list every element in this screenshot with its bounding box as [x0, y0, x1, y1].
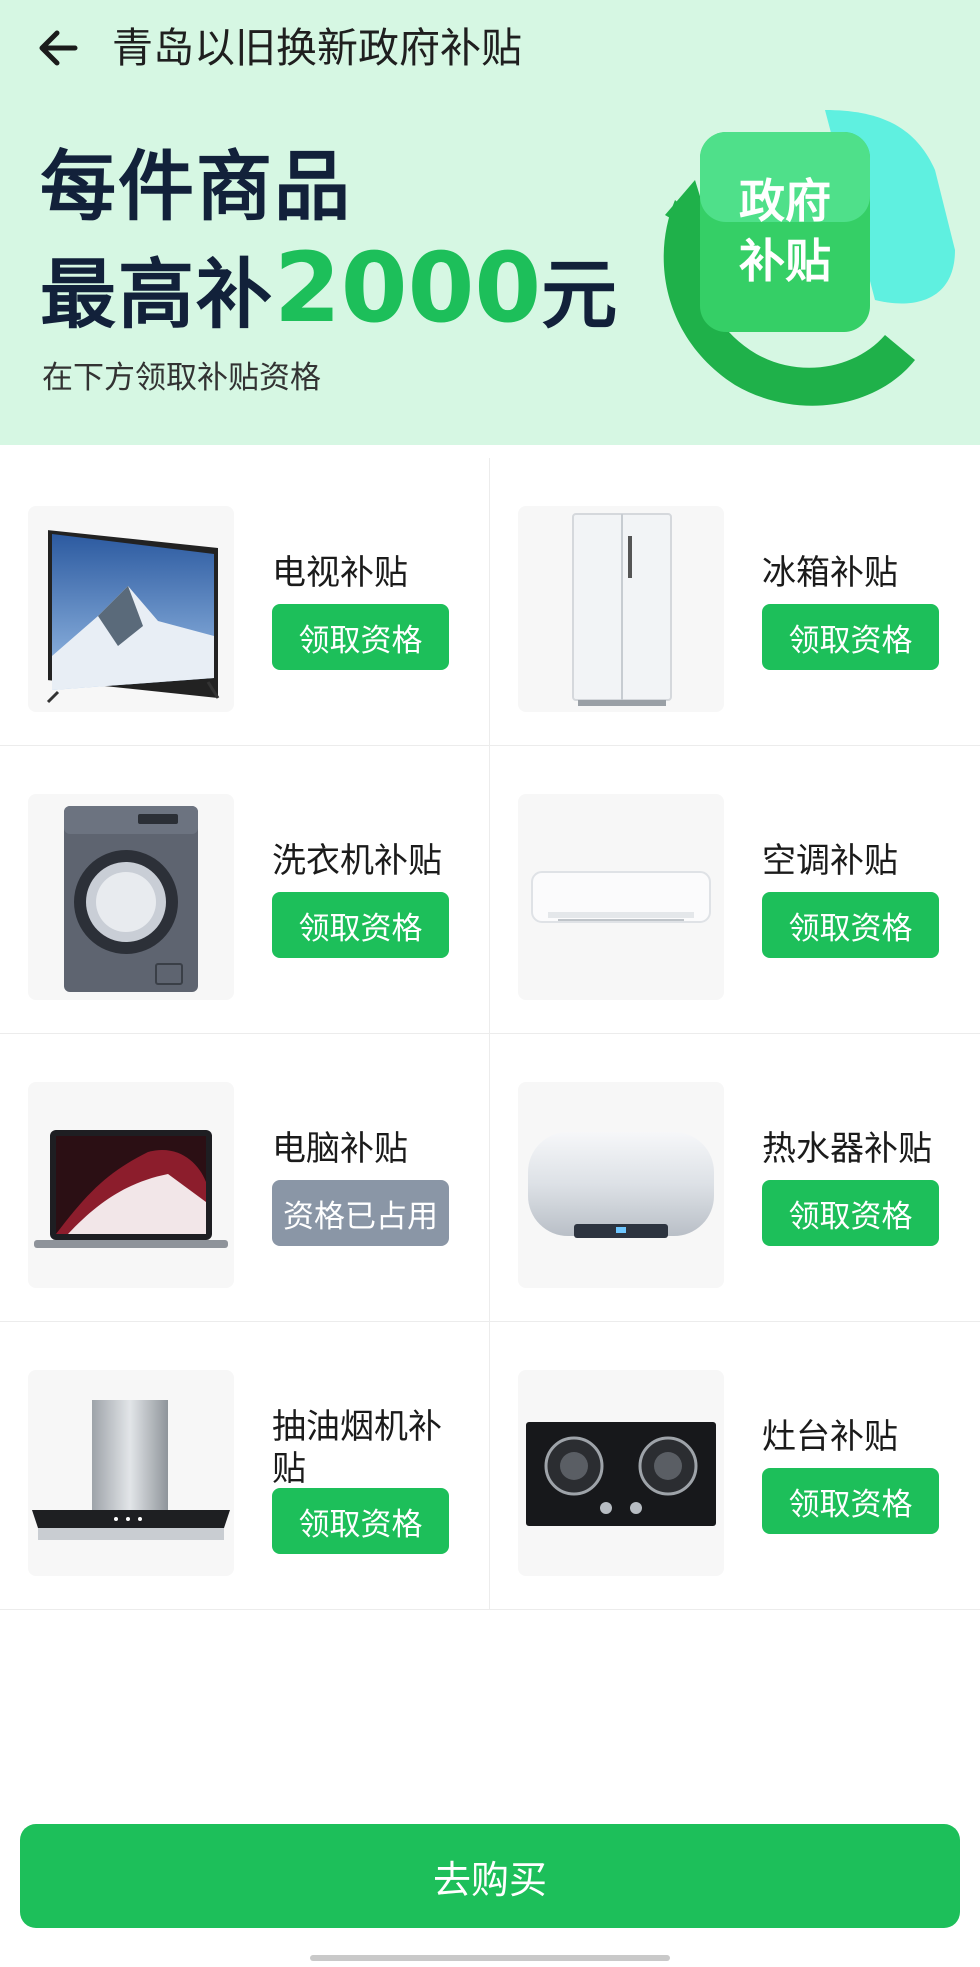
range-hood-icon — [32, 1400, 230, 1540]
product-card-range-hood: 抽油烟机补贴 领取资格 — [0, 1322, 490, 1610]
product-name: 灶台补贴 — [762, 1417, 898, 1457]
product-image-water-heater — [518, 1082, 724, 1288]
product-image-range-hood — [28, 1370, 234, 1576]
laptop-icon — [34, 1130, 228, 1248]
subsidy-product-grid: 电视补贴 领取资格 冰箱补贴 领取资格 洗衣机补贴 领取资格 空调补贴 领取资格… — [0, 458, 980, 1618]
claim-button-stove[interactable]: 领取资格 — [762, 1468, 939, 1534]
back-button[interactable] — [28, 18, 88, 78]
hero-amount: 2000 — [274, 232, 542, 344]
fridge-icon — [572, 513, 672, 706]
claim-button-fridge[interactable]: 领取资格 — [762, 604, 939, 670]
product-card-tv: 电视补贴 领取资格 — [0, 458, 490, 746]
product-image-laptop — [28, 1082, 234, 1288]
tv-icon — [46, 530, 220, 704]
hero-unit: 元 — [541, 250, 620, 339]
claim-button-range-hood[interactable]: 领取资格 — [272, 1488, 449, 1554]
product-image-tv — [28, 506, 234, 712]
washing-machine-icon — [64, 806, 198, 992]
product-name: 空调补贴 — [762, 841, 898, 881]
product-card-laptop: 电脑补贴 资格已占用 — [0, 1034, 490, 1322]
product-name: 电脑补贴 — [272, 1129, 408, 1169]
hero-subtitle: 在下方领取补贴资格 — [42, 360, 321, 396]
product-image-fridge — [518, 506, 724, 712]
product-name: 抽油烟机补贴 — [272, 1407, 442, 1489]
claim-button-water-heater[interactable]: 领取资格 — [762, 1180, 939, 1246]
product-name: 热水器补贴 — [762, 1129, 932, 1169]
product-card-stove: 灶台补贴 领取资格 — [490, 1322, 980, 1610]
product-card-fridge: 冰箱补贴 领取资格 — [490, 458, 980, 746]
home-indicator — [310, 1955, 670, 1961]
air-conditioner-icon — [531, 871, 711, 923]
go-buy-button[interactable]: 去购买 — [20, 1824, 960, 1928]
hero-headline-line1: 每件商品 — [40, 142, 352, 231]
gas-stove-icon — [526, 1422, 716, 1526]
product-name: 洗衣机补贴 — [272, 841, 442, 881]
hero-prefix: 最高补 — [40, 250, 274, 339]
claim-button-ac[interactable]: 领取资格 — [762, 892, 939, 958]
arrow-left-icon — [39, 30, 78, 66]
product-image-ac — [518, 794, 724, 1000]
product-name: 冰箱补贴 — [762, 553, 898, 593]
claim-button-tv[interactable]: 领取资格 — [272, 604, 449, 670]
product-image-washer — [28, 794, 234, 1000]
claim-button-washer[interactable]: 领取资格 — [272, 892, 449, 958]
water-heater-icon — [528, 1132, 714, 1238]
product-card-washer: 洗衣机补贴 领取资格 — [0, 746, 490, 1034]
badge-line2: 补贴 — [739, 234, 831, 288]
product-card-ac: 空调补贴 领取资格 — [490, 746, 980, 1034]
page-title: 青岛以旧换新政府补贴 — [112, 24, 522, 72]
product-image-stove — [518, 1370, 724, 1576]
government-subsidy-badge: 政府 补贴 — [663, 110, 955, 406]
hero-headline-line2: 最高补2000元 — [40, 238, 619, 345]
product-name: 电视补贴 — [272, 553, 408, 593]
hero-banner: 青岛以旧换新政府补贴 每件商品 最高补2000元 在下方领取补贴资格 政府 补贴 — [0, 0, 980, 445]
product-card-water-heater: 热水器补贴 领取资格 — [490, 1034, 980, 1322]
claim-button-laptop-used: 资格已占用 — [272, 1180, 449, 1246]
badge-line1: 政府 — [739, 174, 831, 228]
